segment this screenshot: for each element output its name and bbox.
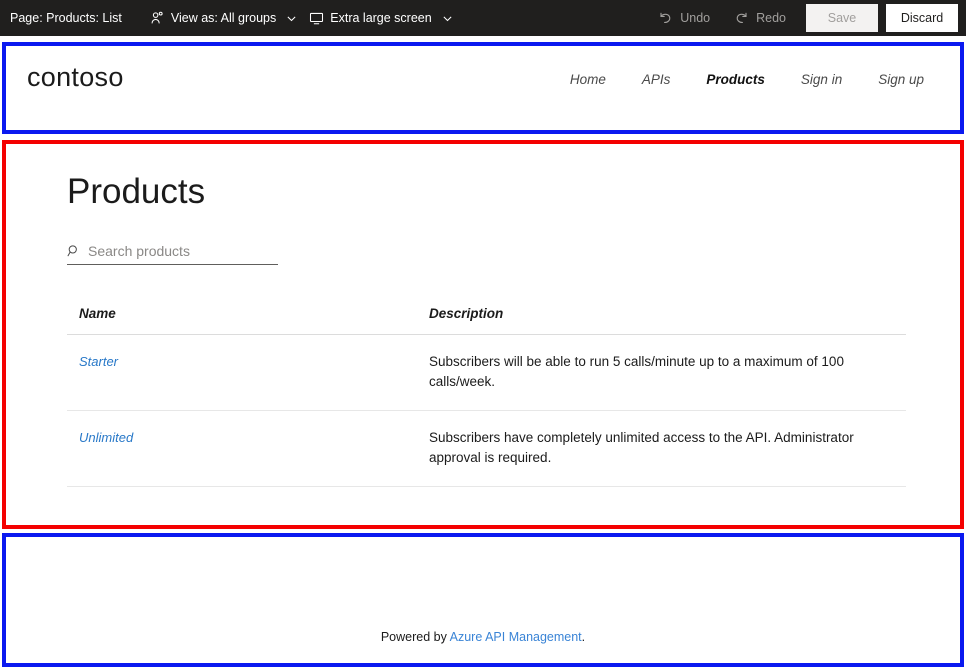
products-table: Name Description Starter Subscribers wil… xyxy=(67,306,906,488)
main-content: Products Name Description Starter Subscr… xyxy=(6,144,960,525)
chevron-down-icon xyxy=(442,13,453,24)
brand-logo[interactable]: contoso xyxy=(27,62,124,93)
view-as-dropdown[interactable]: View as: All groups xyxy=(144,7,303,30)
search-input[interactable] xyxy=(88,243,278,259)
product-description-cell: Subscribers will be able to run 5 calls/… xyxy=(417,334,906,412)
undo-label: Undo xyxy=(680,11,711,25)
undo-button[interactable]: Undo xyxy=(646,6,722,31)
site-header: contoso Home APIs Products Sign in Sign … xyxy=(6,46,960,130)
chevron-down-icon xyxy=(286,13,297,24)
search-icon xyxy=(67,244,81,258)
nav-item-apis[interactable]: APIs xyxy=(624,66,689,93)
redo-arrow-icon xyxy=(734,11,749,26)
search-products-field[interactable] xyxy=(67,243,278,265)
nav-item-home[interactable]: Home xyxy=(552,66,624,93)
powered-by-suffix: . xyxy=(581,630,586,644)
site-footer: Powered by Azure API Management. xyxy=(6,537,960,663)
product-link-unlimited[interactable]: Unlimited xyxy=(79,430,133,445)
column-header-description: Description xyxy=(417,306,906,335)
view-as-label: View as: All groups xyxy=(170,11,277,25)
product-description-cell: Subscribers have completely unlimited ac… xyxy=(417,410,906,488)
people-icon xyxy=(150,11,165,26)
page-title: Products xyxy=(67,172,206,211)
screen-size-dropdown[interactable]: Extra large screen xyxy=(303,7,458,30)
undo-arrow-icon xyxy=(658,11,673,26)
product-name-cell: Unlimited xyxy=(67,410,417,488)
save-button[interactable]: Save xyxy=(806,4,878,32)
product-link-starter[interactable]: Starter xyxy=(79,354,118,369)
powered-by-text: Powered by Azure API Management. xyxy=(381,630,585,663)
designer-toolbar: Page: Products: List View as: All groups xyxy=(0,0,966,36)
nav-item-products[interactable]: Products xyxy=(688,66,783,93)
toolbar-left-group: Page: Products: List View as: All groups xyxy=(10,7,459,30)
redo-button[interactable]: Redo xyxy=(722,6,798,31)
discard-button[interactable]: Discard xyxy=(886,4,958,32)
table-row: Unlimited Subscribers have completely un… xyxy=(67,410,906,488)
page-breadcrumb-label: Page: Products: List xyxy=(10,11,122,25)
screen-size-label: Extra large screen xyxy=(330,11,432,25)
azure-api-management-link[interactable]: Azure API Management xyxy=(450,630,582,644)
monitor-icon xyxy=(309,11,324,26)
toolbar-right-group: Undo Redo Save Discard xyxy=(646,0,966,36)
redo-label: Redo xyxy=(756,11,786,25)
product-name-cell: Starter xyxy=(67,334,417,412)
nav-item-sign-up[interactable]: Sign up xyxy=(860,66,942,93)
nav-item-sign-in[interactable]: Sign in xyxy=(783,66,860,93)
powered-by-prefix: Powered by xyxy=(380,630,450,644)
table-row: Starter Subscribers will be able to run … xyxy=(67,334,906,412)
site-navigation: Home APIs Products Sign in Sign up xyxy=(552,66,942,93)
table-header-row: Name Description xyxy=(67,306,906,335)
column-header-name: Name xyxy=(67,306,417,335)
